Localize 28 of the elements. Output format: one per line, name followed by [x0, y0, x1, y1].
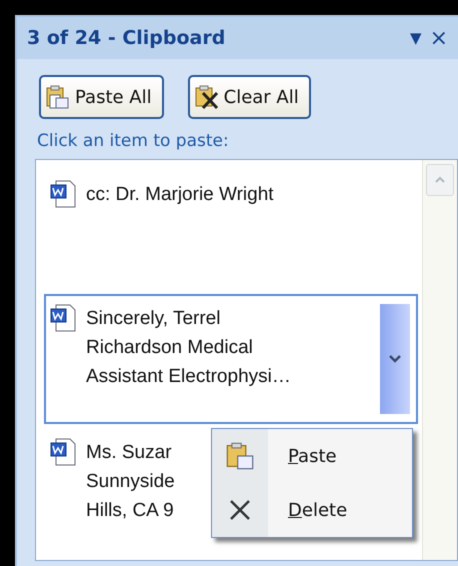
paste-menu-item[interactable]: Paste — [212, 429, 412, 483]
close-button[interactable]: × — [426, 26, 456, 50]
clipboard-icon — [225, 441, 255, 471]
paste-all-button[interactable]: Paste All — [39, 75, 164, 119]
chevron-up-icon — [434, 176, 446, 184]
pane-title: 3 of 24 - Clipboard — [27, 27, 226, 49]
chevron-down-icon — [388, 354, 402, 364]
item-text: Assistant Electrophysi… — [86, 365, 291, 389]
word-document-icon — [50, 180, 76, 208]
item-text: Sunnyside — [86, 470, 175, 494]
pane-menu-button[interactable]: ▼ — [406, 29, 426, 47]
scroll-up-button[interactable] — [426, 164, 454, 196]
item-text: Sincerely, Terrel — [86, 307, 220, 331]
item-dropdown-button[interactable] — [380, 304, 410, 414]
instruction-text: Click an item to paste: — [36, 130, 230, 151]
word-document-icon — [50, 304, 76, 332]
word-document-icon — [50, 438, 76, 466]
clipboard-item[interactable]: Sincerely, Terrel Richardson Medical Assistant Electrophysi… — [44, 294, 418, 424]
clipboard-icon — [45, 84, 71, 110]
clipboard-item[interactable]: cc: Dr. Marjorie Wright — [44, 170, 418, 290]
clipboard-cross-icon — [194, 84, 220, 110]
clear-all-button[interactable]: Clear All — [188, 75, 311, 119]
item-text: Ms. Suzar — [86, 441, 172, 465]
item-text: Richardson Medical — [86, 336, 253, 360]
scrollbar[interactable] — [422, 160, 457, 560]
delete-menu-item[interactable]: Delete — [212, 483, 412, 537]
item-text: Hills, CA 9 — [86, 499, 174, 523]
item-text: cc: Dr. Marjorie Wright — [86, 183, 274, 207]
